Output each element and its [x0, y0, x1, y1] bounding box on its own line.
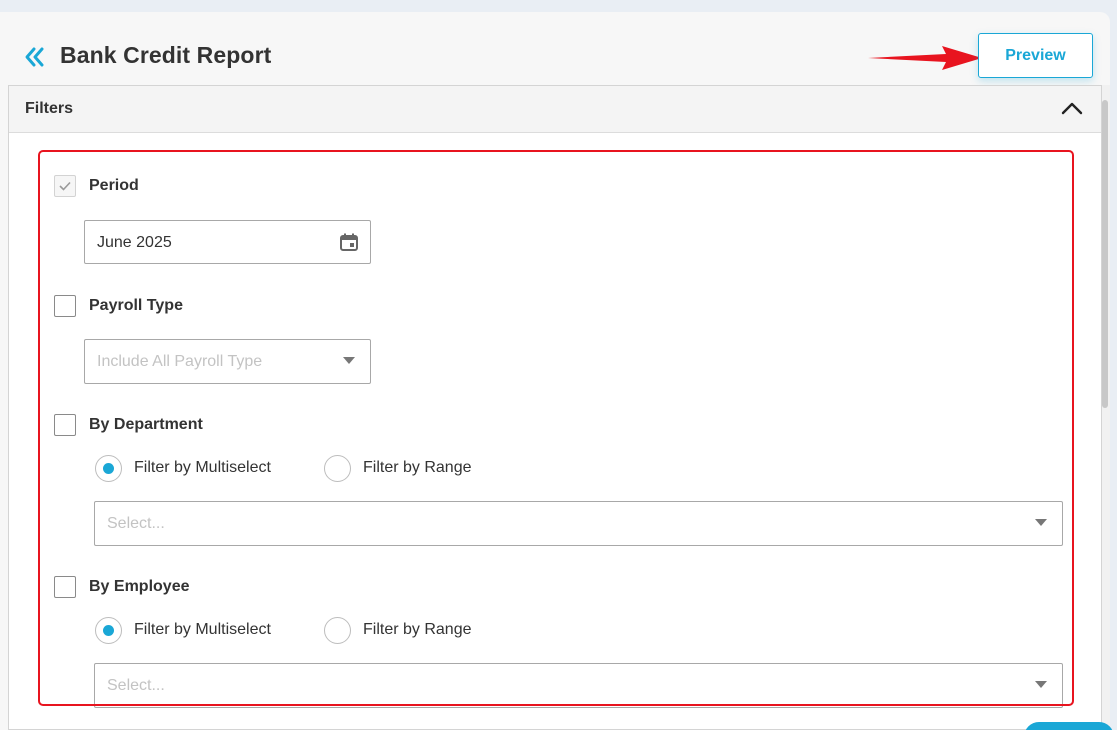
annotation-arrow-icon [868, 46, 982, 70]
department-select-placeholder: Select... [107, 515, 165, 532]
period-checkbox[interactable] [54, 175, 76, 197]
department-select[interactable]: Select... [94, 501, 1063, 546]
filters-title: Filters [25, 100, 74, 117]
preview-button[interactable]: Preview [978, 33, 1093, 78]
caret-down-icon [1035, 519, 1047, 526]
employee-multiselect-label[interactable]: Filter by Multiselect [134, 621, 271, 639]
payroll-type-label: Payroll Type [89, 297, 183, 314]
caret-down-icon [1035, 681, 1047, 688]
calendar-icon[interactable] [339, 232, 359, 252]
department-multiselect-radio[interactable] [95, 455, 122, 482]
double-chevron-left-icon[interactable] [24, 46, 44, 68]
payroll-type-placeholder: Include All Payroll Type [97, 353, 263, 370]
by-employee-checkbox[interactable] [54, 576, 76, 598]
department-range-radio[interactable] [324, 455, 351, 482]
department-range-label[interactable]: Filter by Range [363, 459, 472, 477]
period-label: Period [89, 177, 139, 194]
employee-range-radio[interactable] [324, 617, 351, 644]
payroll-type-checkbox[interactable] [54, 295, 76, 317]
filters-panel-header[interactable]: Filters [9, 86, 1101, 133]
employee-select-placeholder: Select... [107, 677, 165, 694]
period-date-input[interactable]: June 2025 [84, 220, 371, 264]
radio-selected-dot [103, 463, 114, 474]
department-multiselect-label[interactable]: Filter by Multiselect [134, 459, 271, 477]
help-widget-button[interactable] [1024, 722, 1114, 730]
by-department-label: By Department [89, 416, 203, 433]
chevron-up-icon[interactable] [1061, 100, 1083, 116]
employee-select[interactable]: Select... [94, 663, 1063, 708]
scrollbar-thumb[interactable] [1102, 100, 1108, 408]
caret-down-icon [343, 357, 355, 364]
employee-range-label[interactable]: Filter by Range [363, 621, 472, 639]
payroll-type-select[interactable]: Include All Payroll Type [84, 339, 371, 384]
radio-selected-dot [103, 625, 114, 636]
by-department-checkbox[interactable] [54, 414, 76, 436]
by-employee-label: By Employee [89, 578, 190, 595]
employee-multiselect-radio[interactable] [95, 617, 122, 644]
page-title: Bank Credit Report [60, 42, 272, 68]
period-value: June 2025 [97, 234, 172, 251]
check-icon [59, 181, 71, 191]
